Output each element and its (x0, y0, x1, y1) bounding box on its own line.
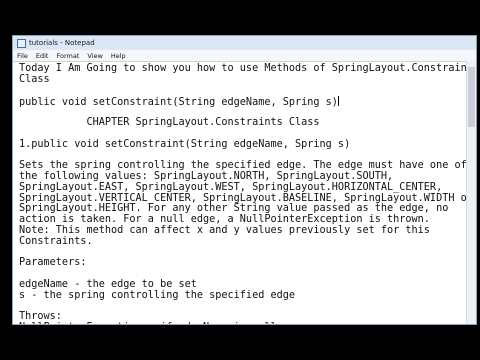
text-line: Class (19, 73, 50, 85)
menu-edit[interactable]: Edit (36, 52, 49, 60)
notepad-window: tutorials - Notepad File Edit Format Vie… (12, 35, 477, 325)
menu-help[interactable]: Help (111, 52, 126, 60)
title-bar[interactable]: tutorials - Notepad (13, 36, 476, 50)
text-line: s - the spring controlling the specified… (19, 289, 296, 301)
text-line (19, 86, 467, 97)
text-editor[interactable]: Today I Am Going to show you how to use … (13, 61, 477, 324)
notepad-icon (17, 38, 26, 48)
menu-view[interactable]: View (87, 52, 102, 60)
vertical-scrollbar[interactable] (466, 61, 476, 324)
text-line (19, 302, 467, 313)
text-line: public void setConstraint(String edgeNam… (19, 96, 339, 109)
menu-format[interactable]: Format (56, 52, 79, 60)
scrollbar-thumb[interactable] (468, 67, 475, 127)
text-line: NullPointerException - if edgeName is nu… (19, 322, 467, 324)
text-line: SpringLayout.EAST, SpringLayout.WEST, Sp… (19, 181, 443, 193)
text-line: Today I Am Going to show you how to use … (19, 63, 477, 74)
text-line: Constraints. (19, 235, 93, 247)
text-caret (337, 96, 339, 107)
window-title: tutorials - Notepad (29, 39, 95, 47)
text-line (19, 248, 467, 259)
text-line: 1.public void setConstraint(String edgeN… (19, 138, 351, 150)
menu-file[interactable]: File (17, 52, 28, 60)
menu-bar: File Edit Format View Help (13, 50, 476, 61)
text-line (19, 129, 467, 140)
text-line: Parameters: (19, 257, 87, 269)
text-line: CHAPTER SpringLayout.Constraints Class (19, 116, 320, 128)
